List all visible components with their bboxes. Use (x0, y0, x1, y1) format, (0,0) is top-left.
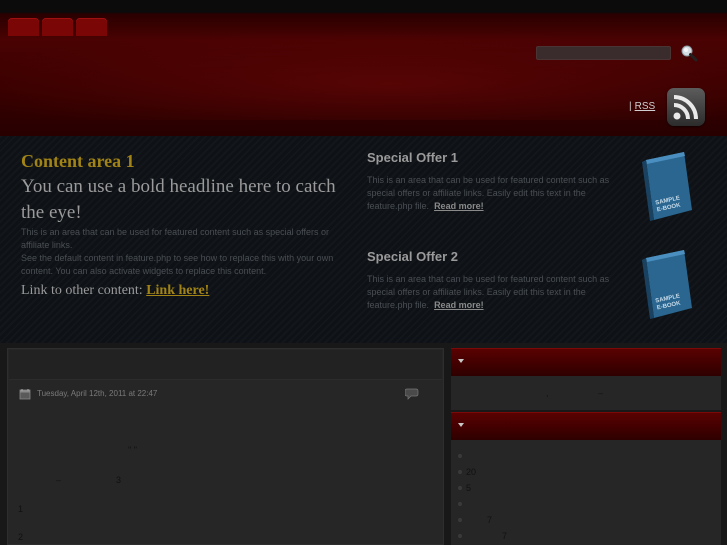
list-item[interactable]: 7 (487, 514, 492, 526)
special-offer-1: Special Offer 1 This is an area that can… (367, 149, 627, 213)
list-item[interactable]: 5 (466, 482, 471, 494)
calendar-icon (19, 388, 31, 400)
list-bullet-icon (458, 518, 462, 522)
post-text-fragment: 2 (18, 532, 24, 542)
list-bullet-icon (458, 486, 462, 490)
list-bullet-icon (458, 454, 462, 458)
content-area-headline: You can use a bold headline here to catc… (21, 176, 336, 223)
post-title-bar (9, 350, 442, 380)
offer-text: This is an area that can be used for fea… (367, 175, 610, 211)
widget-body-1 (451, 376, 721, 410)
link-prefix: Link to other content: (21, 283, 143, 298)
widget-body-2 (451, 440, 721, 545)
list-bullet-icon (458, 534, 462, 538)
widget-text-fragment: , (546, 388, 549, 398)
post-date: Tuesday, April 12th, 2011 at 22:47 (37, 389, 158, 398)
nav-tab-2[interactable] (42, 18, 73, 36)
widget-header-2[interactable] (451, 412, 721, 440)
rss-links: | RSS (626, 101, 655, 112)
special-offer-2: Special Offer 2 This is an area that can… (367, 248, 627, 312)
post-text-fragment: – (56, 475, 62, 485)
post-text-fragment: 3 (116, 475, 122, 485)
site-header: | RSS (0, 0, 727, 136)
comment-icon[interactable] (404, 388, 421, 400)
rss-divider: | (629, 101, 632, 112)
ebook-image-2[interactable]: SAMPLE E-BOOK (640, 248, 696, 320)
search-input[interactable] (536, 46, 671, 60)
offer-title: Special Offer 2 (367, 249, 459, 264)
widget-text-fragment: – (598, 388, 604, 398)
content-area-text-2: See the default content in feature.php t… (21, 253, 334, 276)
feature-band: Content area 1 You can use a bold headli… (0, 136, 727, 343)
list-bullet-icon (458, 502, 462, 506)
top-nav (8, 18, 107, 36)
post-text-fragment: " " (128, 445, 137, 455)
post-meta: Tuesday, April 12th, 2011 at 22:47 (19, 387, 424, 401)
widget-header-1[interactable] (451, 348, 721, 376)
offer-title: Special Offer 1 (367, 150, 459, 165)
list-bullet-icon (458, 470, 462, 474)
nav-tab-1[interactable] (8, 18, 39, 36)
read-more-link[interactable]: Read more! (434, 300, 484, 310)
link-here[interactable]: Link here! (146, 283, 209, 298)
rss-link[interactable]: RSS (635, 101, 656, 112)
content-area-title: Content area 1 (21, 151, 135, 171)
content-area-link-line: Link to other content: Link here! (21, 282, 346, 300)
nav-tab-3[interactable] (76, 18, 107, 36)
rss-feed-icon[interactable] (667, 88, 705, 126)
content-area-1: Content area 1 You can use a bold headli… (21, 150, 346, 300)
post-text-fragment: 1 (18, 504, 24, 514)
ebook-image-1[interactable]: SAMPLE E-BOOK (640, 150, 696, 222)
search-icon[interactable] (680, 44, 698, 62)
chevron-down-icon (458, 359, 464, 363)
header-sheen (0, 30, 727, 120)
chevron-down-icon (458, 423, 464, 427)
read-more-link[interactable]: Read more! (434, 201, 484, 211)
list-item[interactable]: 20 (466, 466, 476, 478)
list-item[interactable]: 7 (502, 530, 507, 542)
offer-text: This is an area that can be used for fea… (367, 274, 610, 310)
content-area-text-1: This is an area that can be used for fea… (21, 227, 330, 250)
